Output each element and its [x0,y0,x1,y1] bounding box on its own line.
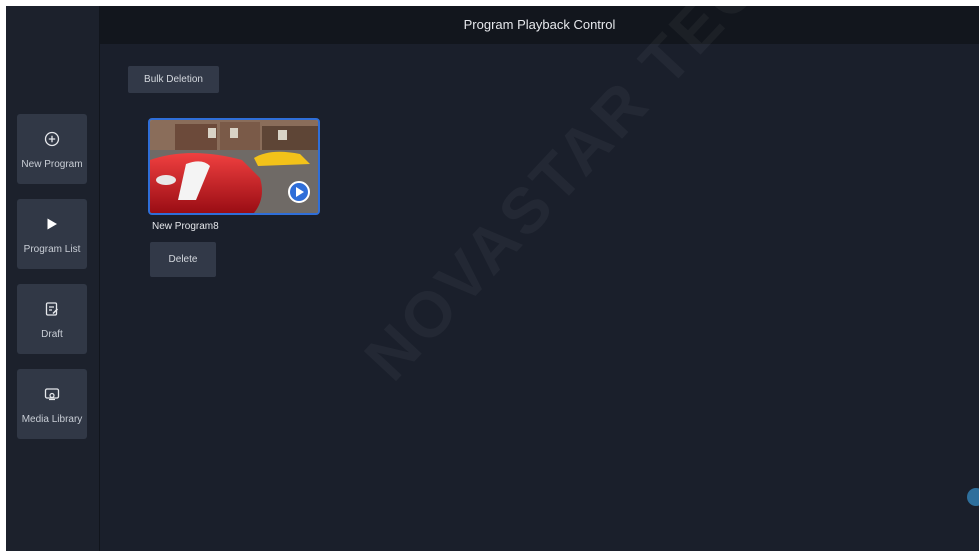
program-thumbnail[interactable] [148,118,320,215]
play-icon [17,216,87,234]
watermark: NOVASTAR TECH CO. [350,6,910,394]
scroll-top-button[interactable] [967,488,979,506]
bulk-deletion-button[interactable]: Bulk Deletion [128,66,219,93]
sidebar-item-label: Program List [23,244,81,255]
page-title: Program Playback Control [463,17,616,32]
app-window: New Program Program List Draft Media Lib… [6,6,979,551]
plus-circle-icon [17,131,87,149]
program-name: New Program8 [152,221,219,232]
header-bar: Program Playback Control [100,6,979,44]
delete-button[interactable]: Delete [150,242,216,277]
edit-icon [17,301,87,319]
sidebar-item-label: New Program [21,159,83,170]
sidebar-item-program-list[interactable]: Program List [17,199,87,269]
sidebar-item-draft[interactable]: Draft [17,284,87,354]
car-thumbnail-image [150,120,318,213]
sidebar-item-label: Draft [41,329,63,340]
media-library-icon [17,386,87,404]
program-list-panel: NOVASTAR TECH CO. Bulk Deletion [100,6,979,551]
sidebar-item-label: Media Library [21,414,83,425]
sidebar-item-media-library[interactable]: Media Library [17,369,87,439]
sidebar-item-new-program[interactable]: New Program [17,114,87,184]
sidebar: New Program Program List Draft Media Lib… [6,6,100,551]
